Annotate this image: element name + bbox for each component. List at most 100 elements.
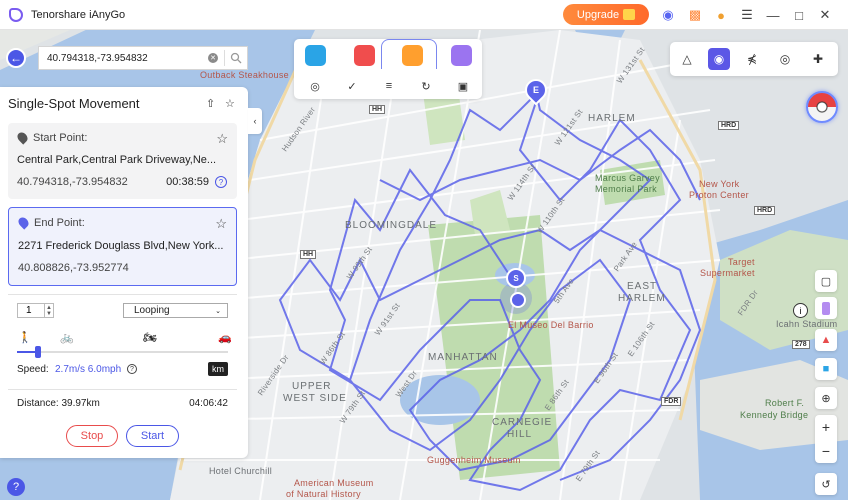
highway-shield: HRD (754, 206, 776, 215)
motorcycle-icon[interactable]: 🏍 (143, 331, 157, 344)
collapse-panel-button[interactable]: ‹ (248, 108, 262, 134)
start-button[interactable]: Start (126, 425, 179, 447)
upgrade-label: Upgrade (576, 8, 620, 21)
car-icon[interactable]: 🚗 (218, 331, 232, 344)
walk-icon[interactable]: 🚶 (18, 331, 32, 344)
panel-title: Single-Spot Movement (8, 96, 140, 111)
cube-icon[interactable]: ■ (815, 358, 837, 380)
info-icon[interactable]: i (793, 303, 808, 318)
map-label: Proton Center (689, 190, 749, 200)
stop-button[interactable]: Stop (66, 425, 118, 447)
map-label: of Natural History (286, 489, 361, 499)
menu-icon[interactable]: ☰ (739, 7, 755, 23)
start-address: Central Park,Central Park Driveway,Ne... (17, 154, 217, 166)
highway-shield: 278 (792, 340, 810, 349)
zoom-in-icon[interactable]: + (815, 415, 837, 439)
speed-slider[interactable] (17, 346, 228, 358)
multi-spot-mode-icon[interactable]: ⋠ (741, 48, 763, 70)
bicycle-icon[interactable]: 🚲 (60, 331, 74, 344)
speed-label: Speed: (17, 364, 49, 375)
loop-mode-select[interactable]: Looping ⌄ (123, 303, 228, 318)
loop-mode-value: Looping (134, 305, 170, 316)
upgrade-button[interactable]: Upgrade (563, 4, 649, 25)
distance-label: Distance: 39.97km (17, 398, 100, 409)
divider (8, 294, 237, 295)
map-label: Outback Steakhouse (200, 70, 289, 80)
map-label: Hotel Churchill (209, 466, 273, 476)
repeat-count-stepper[interactable]: 1 ▲ ▼ (17, 303, 54, 318)
map-label: Robert F. (765, 398, 805, 408)
speed-slider-thumb[interactable] (35, 346, 42, 358)
location-pin-icon (15, 130, 30, 145)
back-button[interactable]: ← (6, 48, 26, 68)
crown-icon (623, 9, 636, 20)
pokeball-icon[interactable] (806, 91, 838, 123)
toolbox-icon[interactable]: ▣ (456, 79, 470, 93)
route-edit-icon[interactable]: ✓ (345, 79, 359, 93)
end-coordinates: 40.808826,-73.952774 (18, 262, 129, 274)
layer-icon[interactable]: ▢ (815, 270, 837, 292)
shirt-icon[interactable]: ▲ (815, 329, 837, 351)
map-label: El Museo Del Barrio (508, 320, 594, 330)
map-label: Guggenheim Museum (427, 455, 521, 465)
movement-panel: Single-Spot Movement ⇧ ☆ Start Point: ☆ … (0, 87, 248, 458)
highway-shield: FDR (661, 397, 682, 406)
map-label: Supermarket (700, 268, 755, 278)
teleport-mode-icon[interactable]: △ (676, 48, 698, 70)
unit-toggle[interactable]: km (208, 362, 228, 376)
maximize-icon[interactable]: □ (791, 7, 807, 23)
end-point-card[interactable]: End Point: ☆ 2271 Frederick Douglass Blv… (8, 207, 237, 286)
stepper-arrows-icon[interactable]: ▲ ▼ (44, 304, 53, 317)
refresh-icon[interactable]: ↻ (419, 79, 433, 93)
help-icon[interactable]: ? (127, 364, 137, 374)
elapsed-time: 00:38:59 (166, 176, 209, 188)
start-marker[interactable]: S (506, 268, 526, 288)
zoom-control: + − (815, 415, 837, 463)
discord-icon[interactable]: ◉ (660, 7, 676, 23)
close-icon[interactable]: ✕ (817, 7, 833, 23)
selected-app-tab (381, 39, 437, 69)
app-logo-icon (9, 7, 23, 22)
favorites-icon[interactable]: ☆ (225, 97, 237, 110)
map-label: Marcus Garvey (595, 173, 660, 183)
app-title: Tenorshare iAnyGo (31, 8, 126, 21)
map-label: Target (728, 257, 755, 267)
map-label: BLOOMINGDALE (345, 220, 438, 231)
app-icon-1[interactable] (305, 45, 326, 66)
search-icon[interactable] (225, 47, 247, 69)
phone-icon[interactable] (815, 297, 837, 319)
star-icon[interactable]: ☆ (216, 131, 228, 147)
locate-icon[interactable]: ⊕ (815, 387, 837, 409)
repeat-count-value[interactable]: 1 (18, 305, 44, 316)
mode-toolbar: △ ◉ ⋠ ◎ ✚ (670, 42, 838, 76)
title-bar: Tenorshare iAnyGo Upgrade ◉ ▩ ● ☰ — □ ✕ (0, 0, 848, 30)
chevron-down-icon: ⌄ (215, 307, 221, 315)
search-input[interactable]: 40.794318,-73.954832 (47, 53, 208, 64)
gift-icon[interactable]: ▩ (687, 7, 703, 23)
teleport-icon[interactable]: ◎ (308, 79, 322, 93)
map-label: MANHATTAN (428, 352, 498, 363)
map-label: American Museum (294, 478, 374, 488)
map-label: New York (699, 179, 740, 189)
end-address: 2271 Frederick Douglass Blvd,New York... (18, 240, 224, 252)
minimize-icon[interactable]: — (765, 7, 781, 23)
share-icon[interactable]: ⇧ (206, 97, 218, 110)
jump-teleport-icon[interactable]: ✚ (807, 48, 829, 70)
end-point-label: End Point: (34, 217, 85, 229)
clear-icon[interactable]: ✕ (208, 53, 218, 63)
undo-icon[interactable]: ↺ (815, 473, 837, 495)
joystick-mode-icon[interactable]: ◎ (774, 48, 796, 70)
user-icon[interactable]: ● (713, 7, 729, 23)
help-icon[interactable]: ? (7, 478, 25, 496)
app-icon-4[interactable] (451, 45, 472, 66)
app-icon-2[interactable] (354, 45, 375, 66)
zoom-out-icon[interactable]: − (815, 439, 837, 463)
start-point-card[interactable]: Start Point: ☆ Central Park,Central Park… (8, 123, 237, 199)
settings-sliders-icon[interactable]: ≡ (382, 79, 396, 93)
single-spot-mode-icon[interactable]: ◉ (708, 48, 730, 70)
help-icon[interactable]: ? (215, 176, 227, 188)
search-bar[interactable]: 40.794318,-73.954832 ✕ (38, 46, 248, 70)
end-marker-label: E (532, 85, 539, 95)
map-label: Kennedy Bridge (740, 410, 809, 420)
star-icon[interactable]: ☆ (215, 216, 227, 232)
